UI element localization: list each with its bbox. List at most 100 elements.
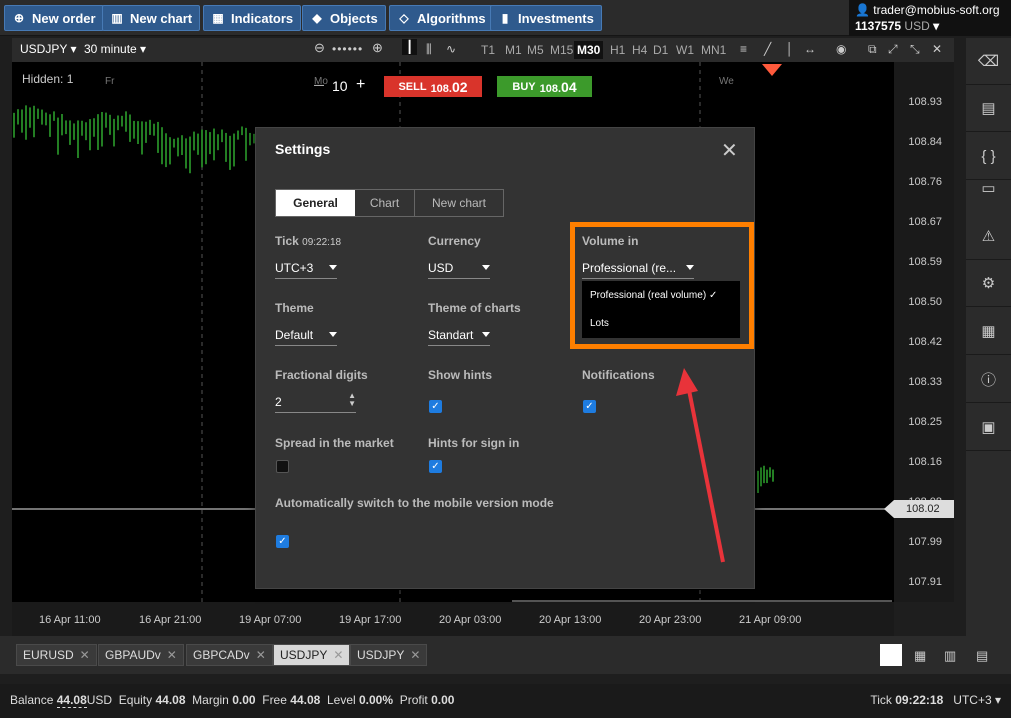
tab-new-chart[interactable]: New chart <box>415 190 503 216</box>
timeframe-m1[interactable]: M1 <box>502 41 525 59</box>
price-tick: 108.84 <box>908 136 942 148</box>
tab-close-icon[interactable]: ✕ <box>167 648 177 662</box>
timeframe-w1[interactable]: W1 <box>673 41 697 59</box>
layout-columns-icon[interactable]: ▥ <box>944 648 956 664</box>
settings-circle-icon[interactable]: ◉ <box>836 42 846 56</box>
time-tick: 16 Apr 21:00 <box>139 614 202 626</box>
tab-chart[interactable]: Chart <box>355 190 415 216</box>
symbol-tab[interactable]: USDJPY ✕ <box>273 644 351 666</box>
plus-icon[interactable]: + <box>356 76 365 94</box>
symbol-tab[interactable]: GBPAUDv ✕ <box>98 644 184 666</box>
indicator-f-icon[interactable]: ≡ <box>740 42 747 56</box>
layout-grid-icon[interactable]: ▦ <box>914 648 926 664</box>
mobile-switch-checkbox[interactable]: ✓ <box>276 535 289 548</box>
gear-icon[interactable]: ⚙ <box>966 260 1011 307</box>
zoom-slider[interactable]: •••••• <box>332 42 363 56</box>
timeframe-m15[interactable]: M15 <box>547 41 576 59</box>
tab-label: GBPAUDv <box>105 648 161 662</box>
symbol-tab[interactable]: USDJPY ✕ <box>350 644 428 666</box>
tab-general[interactable]: General <box>276 190 355 216</box>
timeframe-h1[interactable]: H1 <box>607 41 628 59</box>
timeframe-m5[interactable]: M5 <box>524 41 547 59</box>
currency-select[interactable]: USD <box>428 261 490 279</box>
vertical-line-icon[interactable]: │ <box>786 42 794 56</box>
stats-icon[interactable]: ▦ <box>966 308 1011 355</box>
warning-icon[interactable]: ⚠ <box>966 213 1011 260</box>
volume-label: Volume in <box>582 234 639 248</box>
volume-dropdown: Professional (real volume) ✓ Lots <box>582 281 740 338</box>
time-tick: 16 Apr 11:00 <box>39 614 101 626</box>
tab-close-icon[interactable]: ✕ <box>333 648 343 662</box>
currency-label: Currency <box>428 234 481 248</box>
fractional-digits-stepper[interactable]: 2 ▲ ▼ <box>275 392 356 413</box>
horizontal-line-icon[interactable]: ↔ <box>804 42 816 56</box>
buy-button[interactable]: BUY 108.04 <box>497 76 592 97</box>
info-icon[interactable]: ⓘ <box>966 356 1011 403</box>
chart-icon: ▥ <box>111 11 123 25</box>
candles-icon[interactable]: ⫼ <box>426 42 432 57</box>
interval-select[interactable]: 30 minute ▾ <box>84 42 146 56</box>
history-icon[interactable]: ▤ <box>966 85 1011 132</box>
price-tick: 108.33 <box>908 376 942 388</box>
show-hints-checkbox[interactable]: ✓ <box>429 400 442 413</box>
annotation-arrow <box>676 368 725 563</box>
timezone-select[interactable]: UTC+3 ▾ <box>953 693 1001 707</box>
theme-select[interactable]: Default <box>275 328 337 346</box>
timeframe-d1[interactable]: D1 <box>650 41 671 59</box>
symbol-select[interactable]: USDJPY ▾ <box>20 42 77 56</box>
book-icon[interactable]: ▣ <box>966 404 1011 451</box>
tab-close-icon[interactable]: ✕ <box>410 648 420 662</box>
indicators-icon: ▦ <box>212 11 224 25</box>
layout-single-icon[interactable] <box>880 644 902 666</box>
minus-icon[interactable]: — <box>314 80 324 91</box>
tick-timezone-select[interactable]: UTC+3 <box>275 261 337 279</box>
hints-signin-checkbox[interactable]: ✓ <box>429 460 442 473</box>
layout-rows-icon[interactable]: ▤ <box>976 648 988 664</box>
balance-value[interactable]: 44.08 <box>56 693 87 708</box>
spinner-icon[interactable]: ▲ ▼ <box>348 392 356 408</box>
new-chart-button[interactable]: ▥ New chart <box>102 5 201 31</box>
theme-label: Theme <box>275 301 314 315</box>
tab-label: USDJPY <box>357 648 405 662</box>
symbol-tab[interactable]: EURUSD ✕ <box>16 644 97 666</box>
terminal-icon[interactable]: ▭ <box>966 164 1011 211</box>
plus-circle-icon: ⊕ <box>13 11 25 25</box>
new-order-button[interactable]: ⊕ New order <box>4 5 104 31</box>
expand-icon[interactable]: ⤢ <box>888 42 898 57</box>
bar-chart-icon[interactable]: ┃ <box>402 39 418 55</box>
close-icon[interactable]: ✕ <box>721 138 738 163</box>
tab-close-icon[interactable]: ✕ <box>80 648 90 662</box>
zoom-in-icon[interactable]: ⊕ <box>372 40 383 56</box>
notifications-checkbox[interactable]: ✓ <box>583 400 596 413</box>
timeframe-t1[interactable]: T1 <box>478 41 498 59</box>
symbol-tab[interactable]: GBPCADv ✕ <box>186 644 273 666</box>
eraser-icon[interactable]: ⌫ <box>966 38 1011 85</box>
tab-close-icon[interactable]: ✕ <box>256 648 266 662</box>
lot-stepper[interactable]: — 10 + <box>314 76 374 98</box>
dialog-title: Settings <box>275 141 331 157</box>
volume-option-lots[interactable]: Lots <box>590 318 609 329</box>
account-panel[interactable]: 👤 trader@mobius-soft.org 1137575 USD ▾ <box>849 0 1011 36</box>
time-scale: 16 Apr 11:00 16 Apr 21:00 19 Apr 07:00 19 A… <box>12 602 894 636</box>
line-chart-icon[interactable]: ∿ <box>446 42 456 56</box>
zoom-out-icon[interactable]: ⊖ <box>314 40 325 56</box>
volume-option-professional[interactable]: Professional (real volume) ✓ <box>590 290 717 301</box>
tick-label: Tick 09:22:18 <box>275 234 342 248</box>
time-tick: 19 Apr 07:00 <box>239 614 302 626</box>
theme-charts-select[interactable]: Standart <box>428 328 490 346</box>
investments-button[interactable]: ▮ Investments <box>490 5 602 31</box>
timeframe-m30[interactable]: M30 <box>574 41 604 59</box>
close-chart-icon[interactable]: ✕ <box>932 42 942 56</box>
caret-down-icon <box>482 332 490 337</box>
algorithms-button[interactable]: ◇ Algorithms <box>389 5 494 31</box>
indicators-button[interactable]: ▦ Indicators <box>203 5 302 31</box>
sell-button[interactable]: SELL 108.02 <box>384 76 482 97</box>
objects-button[interactable]: ◆ Objects <box>302 5 386 31</box>
timeframe-mn1[interactable]: MN1 <box>698 41 729 59</box>
spread-checkbox[interactable] <box>276 460 289 473</box>
volume-select[interactable]: Professional (re... <box>582 261 694 279</box>
collapse-icon[interactable]: ⤡ <box>910 42 920 57</box>
popout-icon[interactable]: ⧉ <box>868 42 877 57</box>
timeframe-h4[interactable]: H4 <box>629 41 650 59</box>
trendline-icon[interactable]: ╱ <box>764 42 771 56</box>
